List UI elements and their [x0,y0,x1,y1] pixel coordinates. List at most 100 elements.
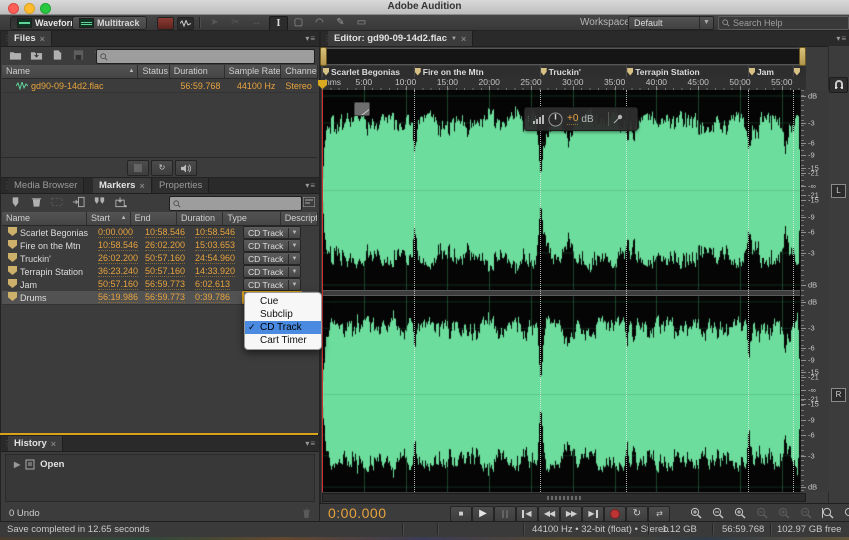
marker-row[interactable]: Jam 50:57.160 56:59.773 6:02.613 CD Track ▼ [2,278,318,292]
channel-divider[interactable] [322,290,800,296]
db-ruler[interactable]: dB -3 -6 -9 -15 -21 -∞ -21 -15 -9 -6 -3 dB dB -3 -6 -9 -1… [800,90,829,492]
navigator-right-handle[interactable] [799,47,806,66]
spectral-display-toggle[interactable] [157,17,174,30]
gain-hud[interactable]: ⋮⋮ +0 dB [524,107,638,131]
ribbon-marker[interactable]: Terrapin Station [626,66,700,77]
new-item-icon[interactable] [49,48,66,62]
export-markers-icon[interactable] [112,195,129,209]
stop-button[interactable]: ■ [450,506,472,522]
select-range-icon[interactable] [49,195,66,209]
zoom-in-vertical-button[interactable] [775,506,794,520]
pause-button[interactable] [494,506,516,522]
tab-media-browser[interactable]: Media Browser [8,178,85,193]
column-header-type[interactable]: Type [223,212,281,225]
hud-dock-widget[interactable] [354,102,370,116]
column-header-duration[interactable]: Duration [170,65,225,78]
zoom-out-vertical-button[interactable] [797,506,816,520]
files-loop-button[interactable]: ↻ [151,160,173,176]
marker-type-dropdown[interactable]: CD Track▼ [243,252,301,265]
history-entry-open[interactable]: ▶ Open [14,459,64,470]
marker-type-dropdown[interactable]: CD Track▼ [243,226,301,239]
horizontal-scrollbar[interactable] [322,493,806,502]
marker-type-dropdown[interactable]: CD Track▼ [243,265,301,278]
open-file-icon[interactable] [7,48,24,62]
navigator-left-handle[interactable] [320,47,327,66]
close-icon[interactable]: × [51,439,56,449]
panel-menu-icon[interactable]: ▾≡ [305,34,316,43]
ribbon-marker[interactable]: Scarlet Begonias [322,66,400,77]
ribbon-marker[interactable]: Truckin' [539,66,581,77]
panel-menu-icon[interactable]: ▾≡ [836,34,847,43]
column-header-name[interactable]: Name [2,212,87,225]
column-header-start[interactable]: Start ▲ [87,212,131,225]
skip-selection-button[interactable]: ⇄ [648,506,670,522]
zoom-to-out-point-button[interactable] [841,506,849,520]
column-header-name[interactable]: Name ▲ [2,65,139,78]
zoom-in-horizontal-button[interactable] [687,506,706,520]
playhead-time[interactable]: 0:00.000 [328,505,387,522]
go-to-end-button[interactable]: ▶ [582,506,604,522]
file-row[interactable]: gd90-09-14d2.flac 56:59.768 44100 Hz Stereo [2,79,318,93]
right-channel-badge[interactable]: R [831,388,846,402]
gain-value[interactable]: +0 [567,113,579,125]
zoom-to-in-point-button[interactable] [819,506,838,520]
left-channel-badge[interactable]: L [831,184,846,198]
waveform-display-toggle[interactable] [177,17,194,30]
import-file-icon[interactable] [28,48,45,62]
ribbon-marker[interactable]: Jam [747,66,774,77]
tab-markers[interactable]: Markers × [93,178,152,193]
fast-forward-button[interactable]: ▶▶ [560,506,582,522]
column-header-sample-rate[interactable]: Sample Rate [225,65,282,78]
zoom-in-full-button[interactable] [731,506,750,520]
column-header-description[interactable]: Description [281,212,318,225]
marker-type-dropdown[interactable]: CD Track▼ [243,278,301,291]
column-header-status[interactable]: Status [138,65,170,78]
files-table-header[interactable]: Name▲StatusDurationSample RateChannels [2,65,319,79]
multitrack-view-button[interactable]: Multitrack [72,16,147,30]
close-icon[interactable]: × [461,34,466,44]
menu-item-cart-timer[interactable]: Cart Timer [245,334,321,347]
rewind-button[interactable]: ◀◀ [538,506,560,522]
merge-markers-icon[interactable] [91,195,108,209]
go-to-start-button[interactable]: ◀ [516,506,538,522]
right-channel-waveform[interactable] [322,296,800,492]
tab-files[interactable]: Files × [8,31,52,46]
tab-properties[interactable]: Properties [153,178,210,193]
record-button[interactable] [604,506,626,522]
save-file-icon[interactable] [70,48,87,62]
grip-icon[interactable]: ⋮⋮ [525,115,539,123]
delete-marker-icon[interactable] [28,195,45,209]
column-header-channels[interactable]: Channels [281,65,319,78]
panel-menu-icon[interactable]: ▾≡ [305,181,316,190]
tab-history[interactable]: History × [8,436,63,451]
insert-into-playlist-icon[interactable] [70,195,87,209]
marker-row[interactable]: Terrapin Station 36:23.240 50:57.160 14:33.… [2,265,318,279]
marquee-selection-tool-icon[interactable]: ▢ [290,16,307,29]
marker-row[interactable]: Scarlet Begonias 0:00.000 10:58.546 10:58.5… [2,226,318,240]
panel-menu-icon[interactable]: ▾≡ [305,439,316,448]
gain-knob-icon[interactable] [548,111,563,127]
snap-magnet-icon[interactable] [829,77,848,93]
chevron-down-icon[interactable]: ▼ [451,36,457,42]
workspace-select[interactable]: Default ▼ [628,16,714,30]
menu-item-cue[interactable]: Cue [245,295,321,308]
menu-item-cd-track[interactable]: ✓ CD Track [245,321,321,334]
pin-icon[interactable] [613,114,623,124]
marker-type-dropdown[interactable]: CD Track▼ [243,239,301,252]
search-help-input[interactable]: Search Help [718,16,849,30]
lasso-selection-tool-icon[interactable]: ◠ [311,16,328,29]
files-autoplay-button[interactable] [175,160,197,176]
spot-healing-brush-tool-icon[interactable]: ▭ [353,16,370,29]
marker-row[interactable]: Fire on the Mtn 10:58.546 26:02.200 15:03.6… [2,239,318,253]
close-icon[interactable]: × [139,181,144,191]
column-header-end[interactable]: End [131,212,177,225]
column-header-duration[interactable]: Duration [177,212,224,225]
loop-playback-button[interactable]: ↻ [626,506,648,522]
waveform-display[interactable] [322,90,800,492]
zoom-out-horizontal-button[interactable] [709,506,728,520]
timeline-ruler[interactable]: hms 5:00 10:00 15:00 20:00 25:00 30:00 35:00 40… [322,77,806,91]
paintbrush-selection-tool-icon[interactable]: ✎ [332,16,349,29]
ribbon-marker[interactable] [792,66,802,77]
markers-search-input[interactable] [169,196,302,211]
play-button[interactable]: ▶ [472,506,494,522]
